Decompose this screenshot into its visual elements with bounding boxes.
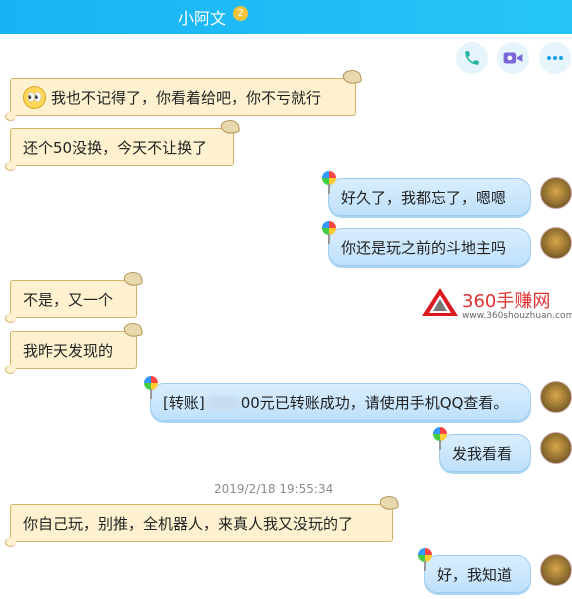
- watermark: 360手赚网 www.360shouzhuan.com: [421, 284, 572, 330]
- chat-area: 👀 我也不记得了，你看着给吧，你不亏就行 还个50没换，今天不让换了 好久了，我…: [0, 74, 572, 599]
- message-bubble: 👀 我也不记得了，你看着给吧，你不亏就行: [5, 78, 356, 121]
- chat-header: 小阿文 2: [0, 0, 572, 34]
- phone-icon: [465, 51, 479, 65]
- message-bubble: 你还是玩之前的斗地主吗: [322, 221, 531, 266]
- message-bubble: 不是，又一个: [5, 280, 137, 323]
- watermark-brand: 360手赚网: [462, 291, 551, 312]
- more-icon: [547, 56, 563, 60]
- message-bubble: 你自己玩，别推，全机器人，来真人我又没玩的了: [5, 504, 393, 547]
- message-text: 不是，又一个: [23, 290, 114, 309]
- pinwheel-icon: [322, 171, 336, 194]
- message-text: 好久了，我都忘了，嗯嗯: [341, 188, 507, 207]
- avatar[interactable]: [540, 227, 572, 259]
- message-text: 你还是玩之前的斗地主吗: [341, 238, 507, 257]
- watermark-logo-icon: [422, 288, 458, 316]
- more-button[interactable]: [539, 42, 571, 74]
- pinwheel-icon: [144, 376, 158, 399]
- pinwheel-icon: [433, 427, 447, 450]
- avatar[interactable]: [540, 177, 572, 209]
- message-text: 我昨天发现的: [23, 341, 114, 360]
- message-bubble: 好，我知道: [418, 548, 531, 593]
- message-text: 发我看看: [452, 444, 513, 463]
- eyes-emoji-icon: 👀: [23, 85, 46, 109]
- contact-name: 小阿文: [178, 9, 227, 28]
- transfer-label: [转账]: [163, 393, 205, 412]
- transfer-text: 00元已转账成功，请使用手机QQ查看。: [240, 393, 509, 412]
- message-text: 还个50没换，今天不让换了: [23, 138, 208, 157]
- transfer-message[interactable]: [转账] 00元已转账成功，请使用手机QQ查看。: [144, 376, 531, 421]
- message-text: 好，我知道: [437, 565, 513, 584]
- video-icon: [503, 52, 523, 64]
- level-badge: 2: [233, 6, 248, 21]
- message-timestamp: 2019/2/18 19:55:34: [214, 482, 334, 496]
- message-text: 我也不记得了，你看着给吧，你不亏就行: [51, 88, 322, 107]
- avatar[interactable]: [540, 554, 572, 586]
- message-bubble: 我昨天发现的: [5, 331, 137, 374]
- video-button[interactable]: [497, 42, 529, 74]
- pinwheel-icon: [322, 221, 336, 244]
- message-bubble: 好久了，我都忘了，嗯嗯: [322, 171, 531, 216]
- pinwheel-icon: [418, 548, 432, 571]
- avatar[interactable]: [540, 432, 572, 464]
- avatar[interactable]: [540, 381, 572, 413]
- phone-button[interactable]: [456, 42, 488, 74]
- message-bubble: 发我看看: [433, 427, 531, 472]
- watermark-url: www.360shouzhuan.com: [462, 311, 572, 321]
- redacted-amount: [206, 395, 239, 409]
- message-text: 你自己玩，别推，全机器人，来真人我又没玩的了: [23, 514, 354, 533]
- message-bubble: 还个50没换，今天不让换了: [5, 128, 234, 171]
